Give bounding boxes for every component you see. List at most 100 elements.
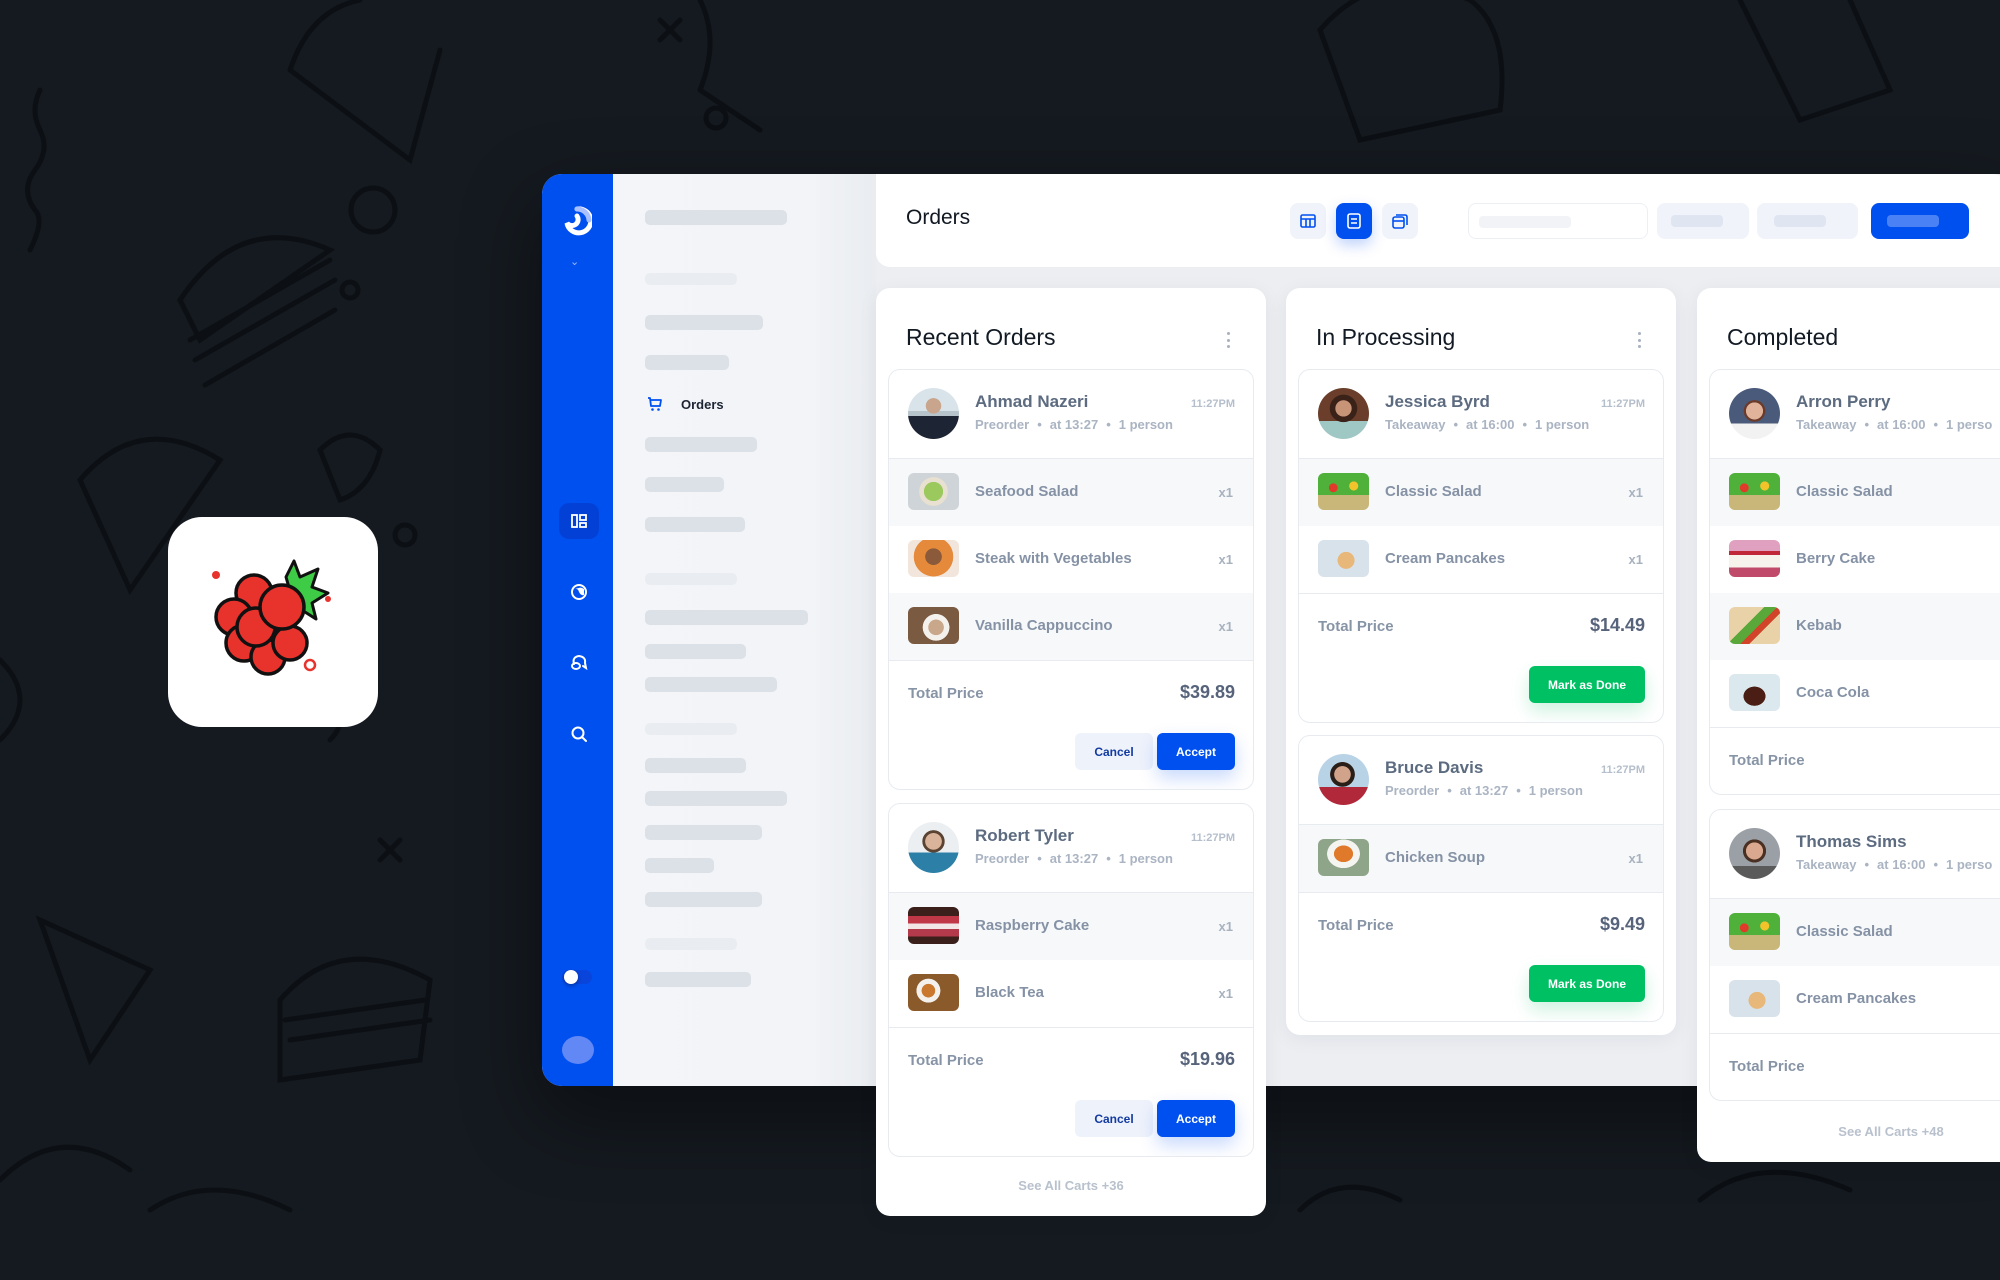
list-view-icon xyxy=(1347,213,1361,229)
item-quantity: x1 xyxy=(1218,485,1233,500)
order-header: Ahmad Nazeri Preorder • at 13:27 • 1 person … xyxy=(889,370,1253,459)
food-thumbnail xyxy=(1318,839,1369,876)
order-item: Black Tea x1 xyxy=(889,960,1253,1027)
chevron-down-icon[interactable]: ⌄ xyxy=(570,255,579,268)
cancel-button[interactable]: Cancel xyxy=(1075,1100,1153,1137)
search-icon xyxy=(571,726,587,742)
cart-icon xyxy=(648,397,662,411)
sidebar-placeholder[interactable] xyxy=(645,892,762,907)
customer-name: Robert Tyler xyxy=(975,826,1074,845)
table-icon xyxy=(1300,214,1316,228)
dashboard-icon xyxy=(571,514,587,528)
sidebar-placeholder[interactable] xyxy=(645,825,762,840)
globe-nav-button[interactable] xyxy=(559,574,599,610)
customer-avatar xyxy=(1318,754,1369,805)
accept-button[interactable]: Accept xyxy=(1157,733,1235,770)
order-item: Steak with Vegetables x1 xyxy=(889,526,1253,593)
total-row: Total Price $14.49 xyxy=(1299,594,1663,660)
raspberry-icon xyxy=(212,559,331,676)
sidebar-item-orders[interactable]: Orders xyxy=(647,396,724,412)
theme-toggle[interactable] xyxy=(562,970,592,984)
app-icon-tile xyxy=(168,517,378,727)
sidebar-placeholder[interactable] xyxy=(645,477,724,492)
total-label: Total Price xyxy=(908,685,984,702)
sidebar-placeholder[interactable] xyxy=(645,517,745,532)
sidebar-placeholder[interactable] xyxy=(645,610,808,625)
search-nav-button[interactable] xyxy=(559,716,599,752)
order-header: Bruce Davis Preorder • at 13:27 • 1 person 1… xyxy=(1299,736,1663,825)
total-label: Total Price xyxy=(1729,1058,1805,1075)
sidebar-section-placeholder xyxy=(645,938,737,950)
page-title: Orders xyxy=(906,206,971,229)
food-thumbnail xyxy=(1729,913,1780,950)
order-items: Classic Salad Cream Pancakes xyxy=(1710,899,2000,1034)
order-items: Classic Salad Berry Cake Kebab Coca Cola xyxy=(1710,459,2000,728)
order-item: Classic Salad x1 xyxy=(1299,459,1663,526)
item-quantity: x1 xyxy=(1218,552,1233,567)
total-row: Total Price $39.89 xyxy=(889,661,1253,727)
list-view-button[interactable] xyxy=(1336,203,1372,239)
cards-view-button[interactable] xyxy=(1382,203,1418,239)
total-label: Total Price xyxy=(908,1052,984,1069)
sidebar: Orders xyxy=(613,174,876,1086)
order-item: Coca Cola xyxy=(1710,660,2000,727)
mark-as-done-button[interactable]: Mark as Done xyxy=(1529,666,1645,703)
sidebar-placeholder[interactable] xyxy=(645,858,714,873)
sidebar-placeholder[interactable] xyxy=(645,758,746,773)
item-quantity: x1 xyxy=(1628,552,1643,567)
order-header: Thomas Sims Takeaway • at 16:00 • 1 perso xyxy=(1710,810,2000,899)
order-card: Ahmad Nazeri Preorder • at 13:27 • 1 person … xyxy=(888,369,1254,790)
item-quantity: x1 xyxy=(1218,619,1233,634)
search-placeholder xyxy=(1479,216,1571,228)
mark-as-done-button[interactable]: Mark as Done xyxy=(1529,965,1645,1002)
sidebar-placeholder[interactable] xyxy=(645,315,763,330)
header-primary-button[interactable] xyxy=(1871,203,1969,239)
order-item: Seafood Salad x1 xyxy=(889,459,1253,526)
header-action-button[interactable] xyxy=(1757,203,1858,239)
sidebar-placeholder[interactable] xyxy=(645,677,777,692)
cancel-button[interactable]: Cancel xyxy=(1075,733,1153,770)
chat-nav-button[interactable] xyxy=(559,645,599,681)
sidebar-section-placeholder xyxy=(645,573,737,585)
order-item: Classic Salad xyxy=(1710,459,2000,526)
total-price: $9.49 xyxy=(1599,914,1645,934)
total-price: $19.96 xyxy=(1179,1049,1235,1069)
sidebar-placeholder[interactable] xyxy=(645,972,751,987)
user-avatar[interactable] xyxy=(562,1036,594,1064)
total-row: Total Price xyxy=(1710,728,2000,794)
search-input[interactable] xyxy=(1468,203,1648,239)
button-label-placeholder xyxy=(1671,215,1723,227)
see-all-carts-link[interactable]: See All Carts +48 xyxy=(1697,1124,2000,1139)
see-all-carts-link[interactable]: See All Carts +36 xyxy=(876,1178,1266,1193)
order-meta: Preorder • at 13:27 • 1 person xyxy=(975,417,1173,432)
sidebar-section-placeholder xyxy=(645,273,737,285)
accept-button[interactable]: Accept xyxy=(1157,1100,1235,1137)
sidebar-placeholder[interactable] xyxy=(645,437,757,452)
order-timestamp: 11:27PM xyxy=(1600,398,1645,410)
order-actions: Mark as Done xyxy=(1299,959,1663,1021)
dashboard-nav-button[interactable] xyxy=(559,503,599,539)
order-meta: Takeaway • at 16:00 • 1 perso xyxy=(1796,857,1993,872)
header-action-button[interactable] xyxy=(1657,203,1749,239)
order-meta: Takeaway • at 16:00 • 1 perso xyxy=(1796,417,1993,432)
order-time-slot: at 16:00 xyxy=(1466,417,1515,432)
food-thumbnail xyxy=(908,540,959,577)
more-options-icon[interactable] xyxy=(1634,330,1644,350)
sidebar-placeholder[interactable] xyxy=(645,644,746,659)
sidebar-placeholder[interactable] xyxy=(645,791,787,806)
logo-icon[interactable] xyxy=(562,206,594,236)
globe-icon xyxy=(571,584,587,600)
table-view-button[interactable] xyxy=(1290,203,1326,239)
order-item: Vanilla Cappuccino x1 xyxy=(889,593,1253,660)
order-item: Cream Pancakes xyxy=(1710,966,2000,1033)
food-thumbnail xyxy=(1318,540,1369,577)
party-size: 1 perso xyxy=(1946,857,1993,872)
icon-rail: ⌄ xyxy=(542,174,613,1086)
more-options-icon[interactable] xyxy=(1223,330,1233,350)
sidebar-placeholder[interactable] xyxy=(645,355,729,370)
order-items: Raspberry Cake x1 Black Tea x1 xyxy=(889,893,1253,1028)
party-size: 1 person xyxy=(1118,417,1173,432)
food-thumbnail xyxy=(1729,540,1780,577)
column-completed: Completed Arron Perry Takeaway • at 16:00 •… xyxy=(1697,288,2000,1162)
customer-avatar xyxy=(908,388,959,439)
